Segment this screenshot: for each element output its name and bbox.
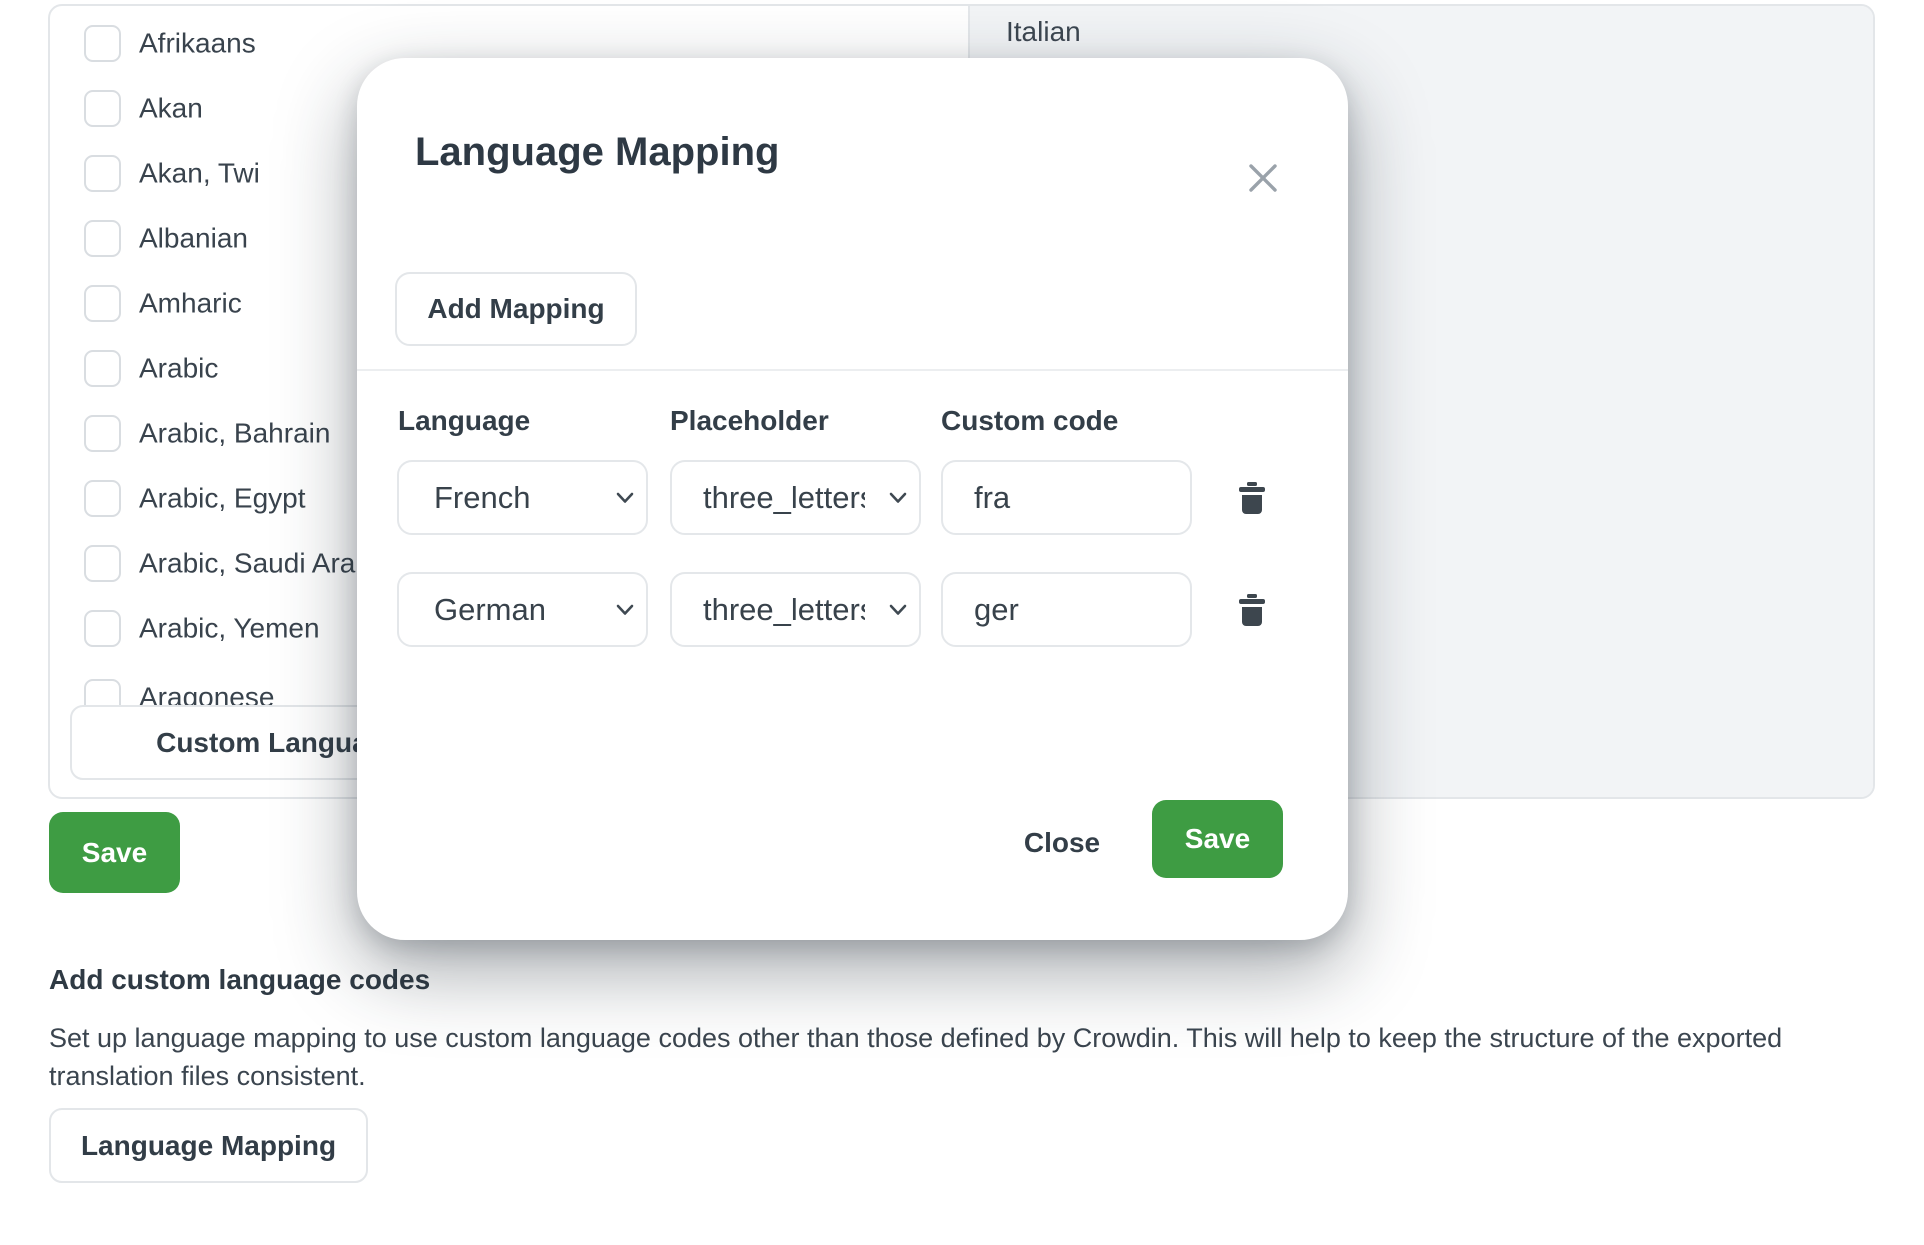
- target-language-item: Italian: [1006, 16, 1081, 48]
- modal-save-button[interactable]: Save: [1152, 800, 1283, 878]
- delete-mapping-trash-icon[interactable]: [1237, 481, 1267, 515]
- delete-mapping-trash-icon[interactable]: [1237, 593, 1267, 627]
- language-label: Albanian: [139, 222, 248, 254]
- language-select[interactable]: French: [397, 460, 648, 535]
- save-button[interactable]: Save: [49, 812, 180, 893]
- chevron-down-icon: [616, 604, 634, 616]
- language-label: Akan: [139, 92, 203, 124]
- placeholder-select[interactable]: three_letters_code: [670, 460, 921, 535]
- language-select-value: German: [434, 592, 546, 628]
- section-description: Set up language mapping to use custom la…: [49, 1019, 1829, 1095]
- language-checkbox[interactable]: [84, 545, 121, 582]
- column-header-custom-code: Custom code: [941, 405, 1118, 437]
- placeholder-select-value: three_letters_code: [703, 592, 865, 628]
- language-checkbox[interactable]: [84, 415, 121, 452]
- language-checkbox[interactable]: [84, 220, 121, 257]
- language-label: Afrikaans: [139, 27, 256, 59]
- chevron-down-icon: [616, 492, 634, 504]
- add-mapping-button[interactable]: Add Mapping: [395, 272, 637, 346]
- language-checkbox[interactable]: [84, 25, 121, 62]
- language-label: Akan, Twi: [139, 157, 260, 189]
- language-label: Arabic, Bahrain: [139, 417, 330, 449]
- language-mapping-button[interactable]: Language Mapping: [49, 1108, 368, 1183]
- language-select[interactable]: German: [397, 572, 648, 647]
- section-heading: Add custom language codes: [49, 964, 430, 996]
- language-checkbox[interactable]: [84, 610, 121, 647]
- column-header-language: Language: [398, 405, 530, 437]
- custom-code-value: fra: [974, 480, 1010, 516]
- language-label: Arabic: [139, 352, 218, 384]
- mapping-row: German three_letters_code ger: [357, 572, 1348, 647]
- language-checkbox[interactable]: [84, 155, 121, 192]
- language-select-value: French: [434, 480, 530, 516]
- chevron-down-icon: [889, 604, 907, 616]
- modal-close-button[interactable]: Close: [1007, 818, 1117, 868]
- description-line: Set up language mapping to use custom la…: [49, 1019, 1829, 1057]
- mapping-row: French three_letters_code fra: [357, 460, 1348, 535]
- column-header-placeholder: Placeholder: [670, 405, 829, 437]
- language-label: Arabic, Egypt: [139, 482, 306, 514]
- description-line: translation files consistent.: [49, 1057, 1829, 1095]
- custom-code-input[interactable]: fra: [941, 460, 1192, 535]
- modal-title: Language Mapping: [415, 130, 779, 175]
- language-label: Arabic, Yemen: [139, 612, 320, 644]
- language-checkbox[interactable]: [84, 285, 121, 322]
- close-icon[interactable]: [1243, 158, 1283, 198]
- language-checkbox[interactable]: [84, 90, 121, 127]
- placeholder-select-value: three_letters_code: [703, 480, 865, 516]
- language-label: Amharic: [139, 287, 242, 319]
- custom-code-input[interactable]: ger: [941, 572, 1192, 647]
- language-mapping-modal: Language Mapping Add Mapping Language Pl…: [357, 58, 1348, 940]
- language-checkbox[interactable]: [84, 480, 121, 517]
- chevron-down-icon: [889, 492, 907, 504]
- custom-code-value: ger: [974, 592, 1019, 628]
- language-label: Arabic, Saudi Arabia: [139, 547, 393, 579]
- placeholder-select[interactable]: three_letters_code: [670, 572, 921, 647]
- modal-divider: [357, 369, 1348, 371]
- language-checkbox[interactable]: [84, 350, 121, 387]
